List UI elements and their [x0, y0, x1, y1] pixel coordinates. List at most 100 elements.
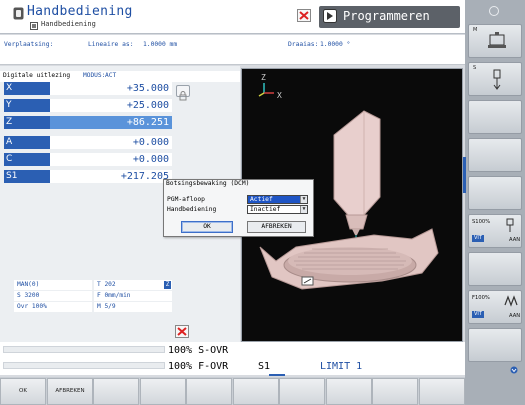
axis-value: +35.000	[126, 83, 169, 94]
pgm-run-label: PGM-afloop	[167, 196, 205, 203]
softkey-6[interactable]	[233, 378, 279, 405]
spindle-override-bar	[3, 346, 165, 353]
axis-row-c[interactable]: C +0.000	[4, 153, 172, 166]
axis-row-y[interactable]: Y +25.000	[4, 99, 172, 112]
position-display-title-bar: Digitale uitlezing MODUS: ACT	[0, 71, 240, 82]
position-display-title: Digitale uitlezing	[3, 72, 71, 79]
axis-value: +217.205	[120, 171, 169, 182]
axis-name: S1	[4, 170, 50, 183]
dialog-title: Botsingsbewaking (DCM)	[166, 180, 250, 187]
submode-icon	[30, 22, 38, 30]
axis-value: +0.000	[132, 154, 169, 165]
increment-info-row: Verplaatsing: Lineaire as: 1.0000 mm Dra…	[0, 35, 465, 65]
axis-name: C	[4, 153, 50, 166]
softkey-blank-4[interactable]	[468, 252, 522, 286]
status-mfunction: M 5/9	[94, 302, 172, 312]
programming-mode-label: Programmeren	[343, 9, 430, 23]
active-mode: Handbediening Handbediening	[10, 3, 260, 33]
softkey-9[interactable]	[372, 378, 418, 405]
mode-subtitle: Handbediening	[41, 20, 96, 28]
spindle-small-icon	[506, 218, 514, 232]
status-override: Ovr 100%	[14, 302, 92, 312]
linear-axis-value: 1.0000 mm	[143, 41, 178, 48]
lock-icon	[179, 91, 187, 101]
softkey-page-indicator	[463, 157, 466, 193]
tool-axis-badge: Z	[164, 281, 171, 289]
feed-wave-icon	[504, 295, 518, 307]
scroll-down-icon[interactable]	[509, 366, 519, 374]
manual-mode-select[interactable]: Inactief ▼	[247, 205, 308, 214]
error-icon[interactable]	[297, 9, 311, 22]
cnc-screen: Handbediening Handbediening Programmeren…	[0, 0, 525, 405]
axis-row-z[interactable]: Z +86.251	[4, 116, 172, 129]
s-letter: S	[473, 65, 477, 71]
pgm-run-select[interactable]: Actief ▼	[247, 195, 308, 204]
feed-vit-badge: VIT	[472, 311, 484, 318]
spindle-icon	[493, 69, 501, 90]
rotary-axis-value: 1.0000 °	[320, 41, 351, 48]
feed-override-softkey[interactable]: F100% VIT AAN	[468, 290, 522, 324]
active-indicator	[269, 374, 285, 376]
m-function-softkey[interactable]: M	[468, 24, 522, 58]
dropdown-arrow-icon: ▼	[300, 196, 307, 203]
linear-axis-label: Lineaire as:	[88, 41, 134, 48]
s-function-softkey[interactable]: S	[468, 62, 522, 96]
softkey-blank-3[interactable]	[468, 176, 522, 210]
feed-aan-label: AAN	[509, 313, 521, 319]
ok-button[interactable]: OK	[181, 221, 233, 233]
softkey-3[interactable]	[93, 378, 139, 405]
axis-label-z: Z	[261, 73, 266, 82]
axis-name: X	[4, 82, 50, 95]
dcm-dialog: Botsingsbewaking (DCM) PGM-afloop Actief…	[163, 179, 314, 237]
axis-value: +0.000	[132, 137, 169, 148]
feed-override-bar	[3, 362, 165, 369]
feed-override-label: F100%	[472, 295, 490, 301]
m-letter: M	[473, 27, 478, 33]
machine-icon	[488, 32, 506, 48]
status-spindle: S 3200	[14, 291, 92, 301]
header-bar: Handbediening Handbediening Programmeren	[0, 0, 465, 34]
spindle-override-text: 100% S-OVR	[168, 345, 229, 356]
reference-lock-button[interactable]	[176, 85, 190, 101]
status-man-text: MAN(0)	[17, 281, 40, 288]
override-status-bar: 100% S-OVR 100% F-OVR S1 LIMIT 1	[0, 342, 465, 376]
softkey-blank-2[interactable]	[468, 138, 522, 172]
mode-label: MODUS:	[83, 72, 106, 79]
softkey-cancel[interactable]: AFBREKEN	[47, 378, 93, 405]
programming-icon	[323, 9, 337, 23]
softkey-blank-5[interactable]	[468, 328, 522, 362]
softkey-row: OK AFBREKEN	[0, 377, 465, 405]
axis-name: A	[4, 136, 50, 149]
spindle-vit-badge: VIT	[472, 235, 484, 242]
programming-mode-tab[interactable]: Programmeren	[319, 6, 460, 28]
axis-name: Y	[4, 99, 50, 112]
rotary-axis-label: Draaias:	[288, 41, 319, 48]
axis-name: Z	[4, 116, 50, 129]
axis-row-x[interactable]: X +35.000	[4, 82, 172, 95]
status-man: MAN(0)	[14, 280, 92, 290]
axis-row-s1[interactable]: S1 +217.205	[4, 170, 172, 183]
cancel-button[interactable]: AFBREKEN	[247, 221, 306, 233]
increment-label: Verplaatsing:	[4, 41, 54, 48]
axis-row-a[interactable]: A +0.000	[4, 136, 172, 149]
softkey-7[interactable]	[279, 378, 325, 405]
axis-value: +86.251	[50, 116, 172, 129]
softkey-10[interactable]	[419, 378, 465, 405]
status-tool-text: T 202	[97, 281, 116, 288]
axis-value: +25.000	[126, 100, 169, 111]
spindle-override-label: S100%	[472, 219, 491, 225]
softkey-5[interactable]	[186, 378, 232, 405]
power-icon	[489, 6, 499, 16]
softkey-ok[interactable]: OK	[0, 378, 46, 405]
limit-label: LIMIT 1	[320, 361, 363, 372]
vertical-softkey-bar: M S S100% VIT AAN F100% VIT AAN	[465, 0, 525, 405]
spindle-override-softkey[interactable]: S100% VIT AAN	[468, 214, 522, 248]
softkey-8[interactable]	[326, 378, 372, 405]
softkey-4[interactable]	[140, 378, 186, 405]
axis-label-x: X	[277, 91, 282, 100]
mode-title: Handbediening	[27, 4, 133, 19]
manual-mode-value: Inactief	[250, 206, 281, 213]
mode-value: ACT	[105, 72, 117, 79]
pgm-run-value: Actief	[250, 196, 273, 203]
softkey-blank-1[interactable]	[468, 100, 522, 134]
